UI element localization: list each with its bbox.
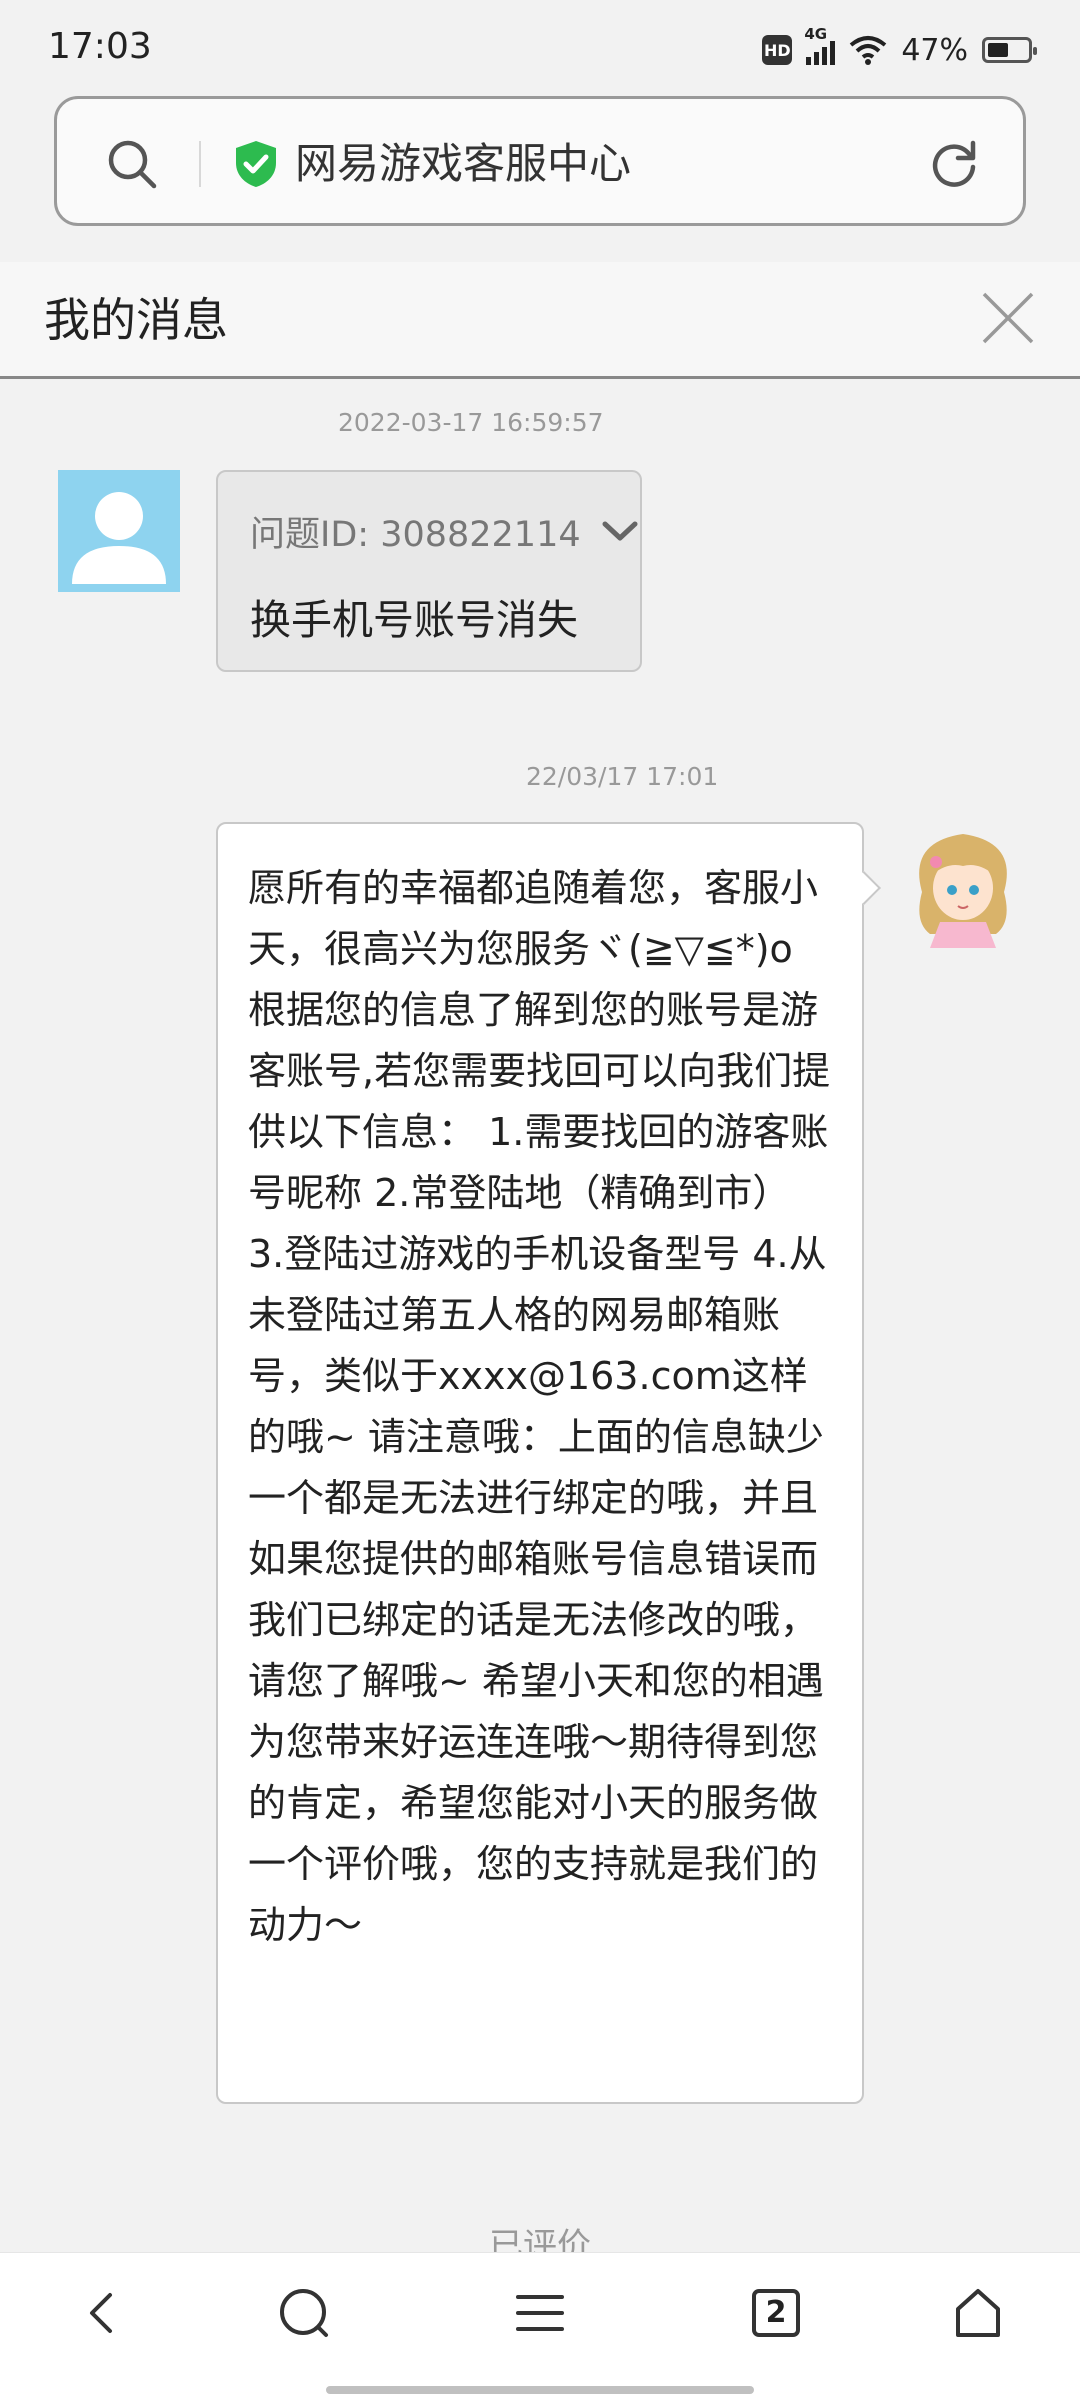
status-time: 17:03 <box>48 26 152 67</box>
chevron-down-icon[interactable] <box>601 520 639 544</box>
page-title: 我的消息 <box>44 293 228 347</box>
menu-icon[interactable] <box>508 2281 572 2345</box>
tabs-button[interactable]: 2 <box>744 2281 808 2345</box>
network-type: 4G <box>804 25 828 43</box>
avatar <box>58 470 180 592</box>
signal-icon: 4G <box>804 25 836 65</box>
shield-check-icon <box>236 141 276 187</box>
message-timestamp: 22/03/17 17:01 <box>526 762 719 791</box>
refresh-icon[interactable] <box>927 137 981 191</box>
user-message-text: 换手机号账号消失 <box>250 596 578 644</box>
agent-avatar-icon <box>919 834 1007 948</box>
user-message-bubble: 问题ID: 308822114 换手机号账号消失 <box>216 470 642 672</box>
battery-percent: 47% <box>901 32 968 68</box>
address-divider <box>199 141 201 187</box>
user-avatar-icon <box>72 492 166 584</box>
battery-icon <box>982 37 1037 63</box>
status-icons: HD 4G 47% <box>762 25 1037 70</box>
address-title[interactable]: 网易游戏客服中心 <box>295 135 631 193</box>
hd-icon: HD <box>762 35 793 65</box>
message-timestamp: 2022-03-17 16:59:57 <box>338 408 604 437</box>
tab-count: 2 <box>765 2295 787 2330</box>
bottom-nav: 2 <box>0 2252 1080 2401</box>
close-icon[interactable] <box>980 290 1036 346</box>
back-icon[interactable] <box>70 2281 134 2345</box>
address-bar[interactable]: 网易游戏客服中心 <box>54 96 1026 226</box>
search-icon[interactable] <box>272 2281 336 2345</box>
issue-id-row[interactable]: 问题ID: 308822114 <box>250 506 639 557</box>
search-icon[interactable] <box>105 137 159 191</box>
page-header: 我的消息 <box>0 262 1080 379</box>
wifi-icon <box>850 36 887 65</box>
home-icon[interactable] <box>946 2281 1010 2345</box>
issue-id: 问题ID: 308822114 <box>250 515 581 555</box>
agent-message-text: 愿所有的幸福都追随着您，客服小天，很高兴为您服务ヾ(≧▽≦*)o 根据您的信息了… <box>248 866 831 1947</box>
status-bar: 17:03 HD 4G 47% <box>0 0 1080 96</box>
agent-avatar <box>900 822 1026 948</box>
agent-message-bubble: 愿所有的幸福都追随着您，客服小天，很高兴为您服务ヾ(≧▽≦*)o 根据您的信息了… <box>216 822 864 2104</box>
home-indicator[interactable] <box>326 2386 754 2394</box>
